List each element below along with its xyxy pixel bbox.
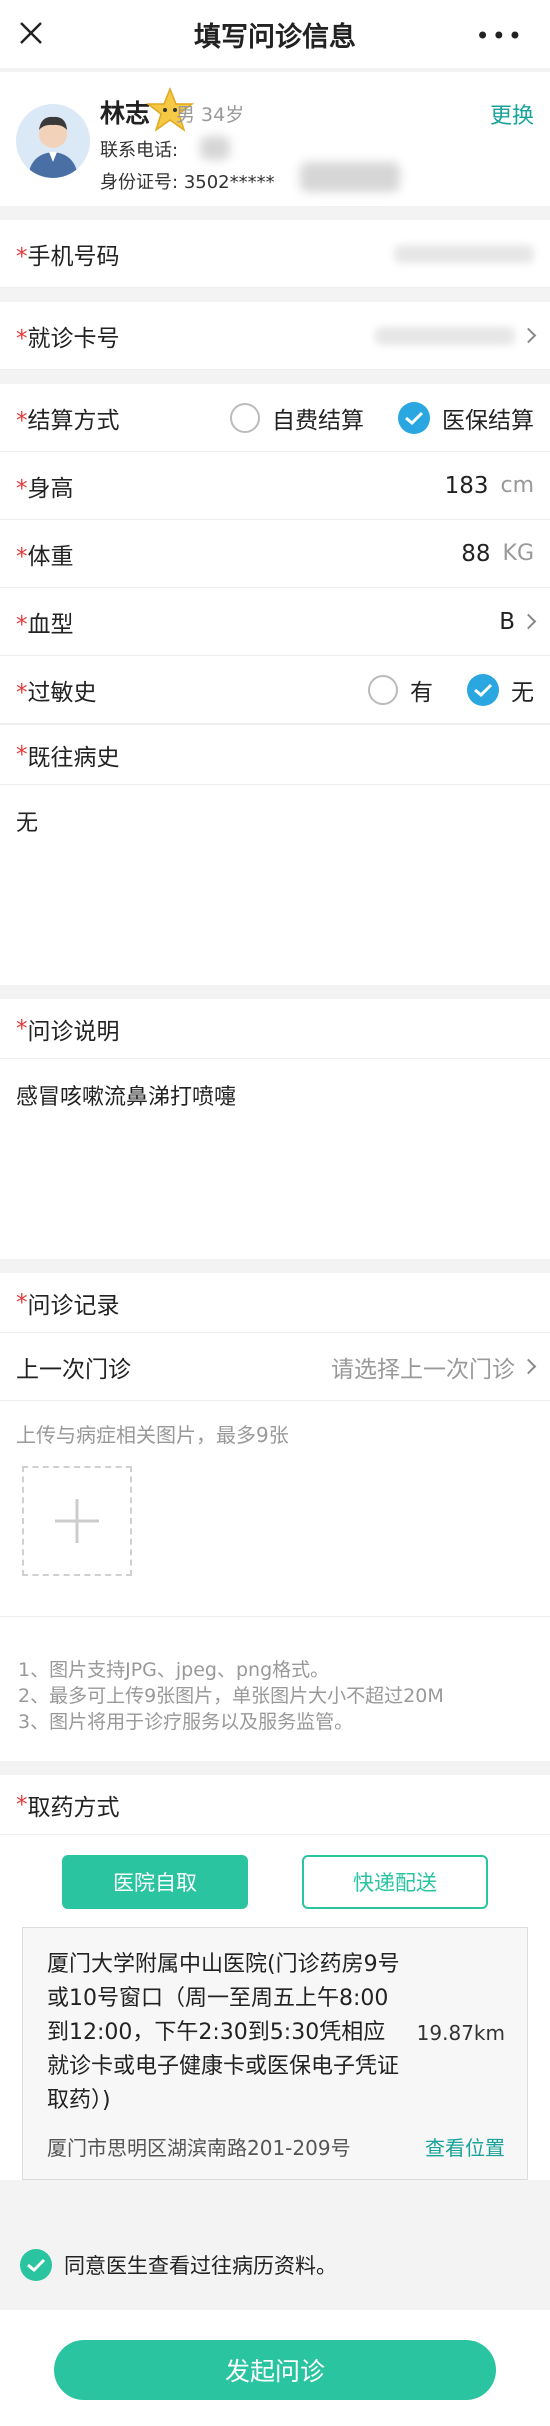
masked-card-number: [375, 326, 515, 345]
avatar: [16, 104, 90, 178]
blood-value[interactable]: B: [499, 609, 515, 635]
self-pay-radio[interactable]: [230, 402, 260, 433]
insurance-radio-checked[interactable]: [398, 401, 430, 434]
pharmacy-street: 厦门市思明区湖滨南路201-209号: [47, 2136, 351, 2160]
hospital-pickup-button[interactable]: 医院自取: [62, 1855, 248, 1909]
height-unit: cm: [500, 473, 534, 498]
upload-notes: 1、图片支持JPG、jpeg、png格式。 2、最多可上传9张图片，单张图片大小…: [0, 1616, 550, 1761]
note-item: 3、图片将用于诊疗服务以及服务监管。: [18, 1711, 354, 1733]
card-row[interactable]: *就诊卡号: [0, 302, 550, 370]
chevron-right-icon: [520, 1358, 537, 1375]
phone-row[interactable]: *手机号码: [0, 220, 550, 288]
agree-label: 同意医生查看过往病历资料。: [64, 2254, 337, 2278]
description-title: * 问诊说明: [0, 999, 550, 1059]
id-label: 身份证号: 3502*****: [100, 172, 275, 193]
self-pay-label[interactable]: 自费结算: [272, 401, 364, 435]
last-visit-label: 上一次门诊: [16, 1356, 131, 1383]
footer-bar: 发起问诊: [0, 2310, 550, 2426]
phone-section: *手机号码: [0, 220, 550, 288]
allergy-yes-radio[interactable]: [368, 674, 398, 705]
weight-value[interactable]: 88: [461, 541, 490, 567]
agree-row[interactable]: 同意医生查看过往病历资料。: [0, 2220, 550, 2310]
allergy-no-label[interactable]: 无: [511, 673, 534, 707]
weight-row[interactable]: *体重 88 KG: [0, 520, 550, 588]
last-visit-placeholder[interactable]: 请选择上一次门诊: [331, 1350, 515, 1384]
pharmacy-card[interactable]: 厦门大学附属中山医院(门诊药房9号或10号窗口（周一至周五上午8:00到12:0…: [22, 1927, 528, 2180]
height-value[interactable]: 183: [445, 473, 489, 499]
page-title: 填写问诊信息: [194, 21, 356, 53]
last-visit-row[interactable]: 上一次门诊 请选择上一次门诊: [0, 1333, 550, 1401]
note-item: 2、最多可上传9张图片，单张图片大小不超过20M: [18, 1685, 444, 1707]
upload-hint: 上传与病症相关图片，最多9张: [16, 1423, 289, 1447]
patient-name: 林志: [100, 99, 151, 128]
settle-label: 结算方式: [27, 407, 120, 434]
check-icon: [405, 411, 424, 425]
basic-info-section: *结算方式 自费结算 医保结算 *身高 183 cm *体重 88 KG *血型 B…: [0, 384, 550, 724]
chevron-right-icon: [520, 613, 537, 630]
upload-image-button[interactable]: [22, 1466, 132, 1576]
weight-unit: KG: [502, 541, 534, 566]
phone-label: 联系电话:: [100, 140, 179, 161]
description-textarea[interactable]: 感冒咳嗽流鼻涕打喷嚏: [0, 1059, 550, 1259]
allergy-row: *过敏史 有 无: [0, 656, 550, 724]
allergy-yes-label[interactable]: 有: [410, 673, 433, 707]
change-patient-button[interactable]: 更换: [490, 98, 534, 130]
check-icon: [474, 683, 493, 697]
masked-id: [300, 162, 400, 192]
more-icon[interactable]: •••: [476, 22, 524, 50]
weight-label: 体重: [27, 543, 74, 570]
agree-checkbox-checked[interactable]: [20, 2249, 52, 2281]
history-section: * 既往病史 无: [0, 724, 550, 985]
patient-sex-age: 男 34岁: [176, 104, 245, 126]
blood-row[interactable]: *血型 B: [0, 588, 550, 656]
pharmacy-address: 厦门大学附属中山医院(门诊药房9号或10号窗口（周一至周五上午8:00到12:0…: [47, 1952, 400, 2113]
record-section: * 问诊记录 上一次门诊 请选择上一次门诊 上传与病症相关图片，最多9张 1、图片…: [0, 1273, 550, 1761]
patient-card: 林志 男 34岁 联系电话: 身份证号: 3502***** 更换: [0, 72, 550, 206]
allergy-label: 过敏史: [27, 679, 97, 706]
history-title: * 既往病史: [0, 725, 550, 785]
history-textarea[interactable]: 无: [0, 785, 550, 985]
card-label: 就诊卡号: [27, 325, 120, 352]
view-location-link[interactable]: 查看位置: [425, 2132, 505, 2161]
masked-phone: [200, 136, 230, 160]
card-section: *就诊卡号: [0, 302, 550, 370]
delivery-button[interactable]: 快递配送: [302, 1855, 488, 1909]
phone-label: 手机号码: [27, 243, 120, 270]
allergy-no-radio-checked[interactable]: [467, 673, 499, 706]
top-bar: 填写问诊信息 •••: [0, 0, 550, 68]
height-label: 身高: [27, 475, 74, 502]
pickup-title: * 取药方式: [0, 1775, 550, 1835]
pharmacy-distance: 19.87km: [416, 2021, 505, 2045]
check-icon: [27, 2258, 46, 2273]
insurance-label[interactable]: 医保结算: [442, 401, 534, 435]
pickup-section: * 取药方式 医院自取 快递配送 厦门大学附属中山医院(门诊药房9号或10号窗口（…: [0, 1775, 550, 2180]
height-row[interactable]: *身高 183 cm: [0, 452, 550, 520]
submit-button[interactable]: 发起问诊: [54, 2340, 496, 2400]
settle-row: *结算方式 自费结算 医保结算: [0, 384, 550, 452]
description-section: * 问诊说明 感冒咳嗽流鼻涕打喷嚏: [0, 999, 550, 1259]
chevron-right-icon: [520, 327, 537, 344]
blood-label: 血型: [27, 611, 74, 638]
record-title: * 问诊记录: [0, 1273, 550, 1333]
masked-phone-number: [394, 244, 534, 263]
close-icon[interactable]: [16, 18, 46, 48]
plus-icon: [55, 1499, 99, 1543]
note-item: 1、图片支持JPG、jpeg、png格式。: [18, 1659, 330, 1681]
